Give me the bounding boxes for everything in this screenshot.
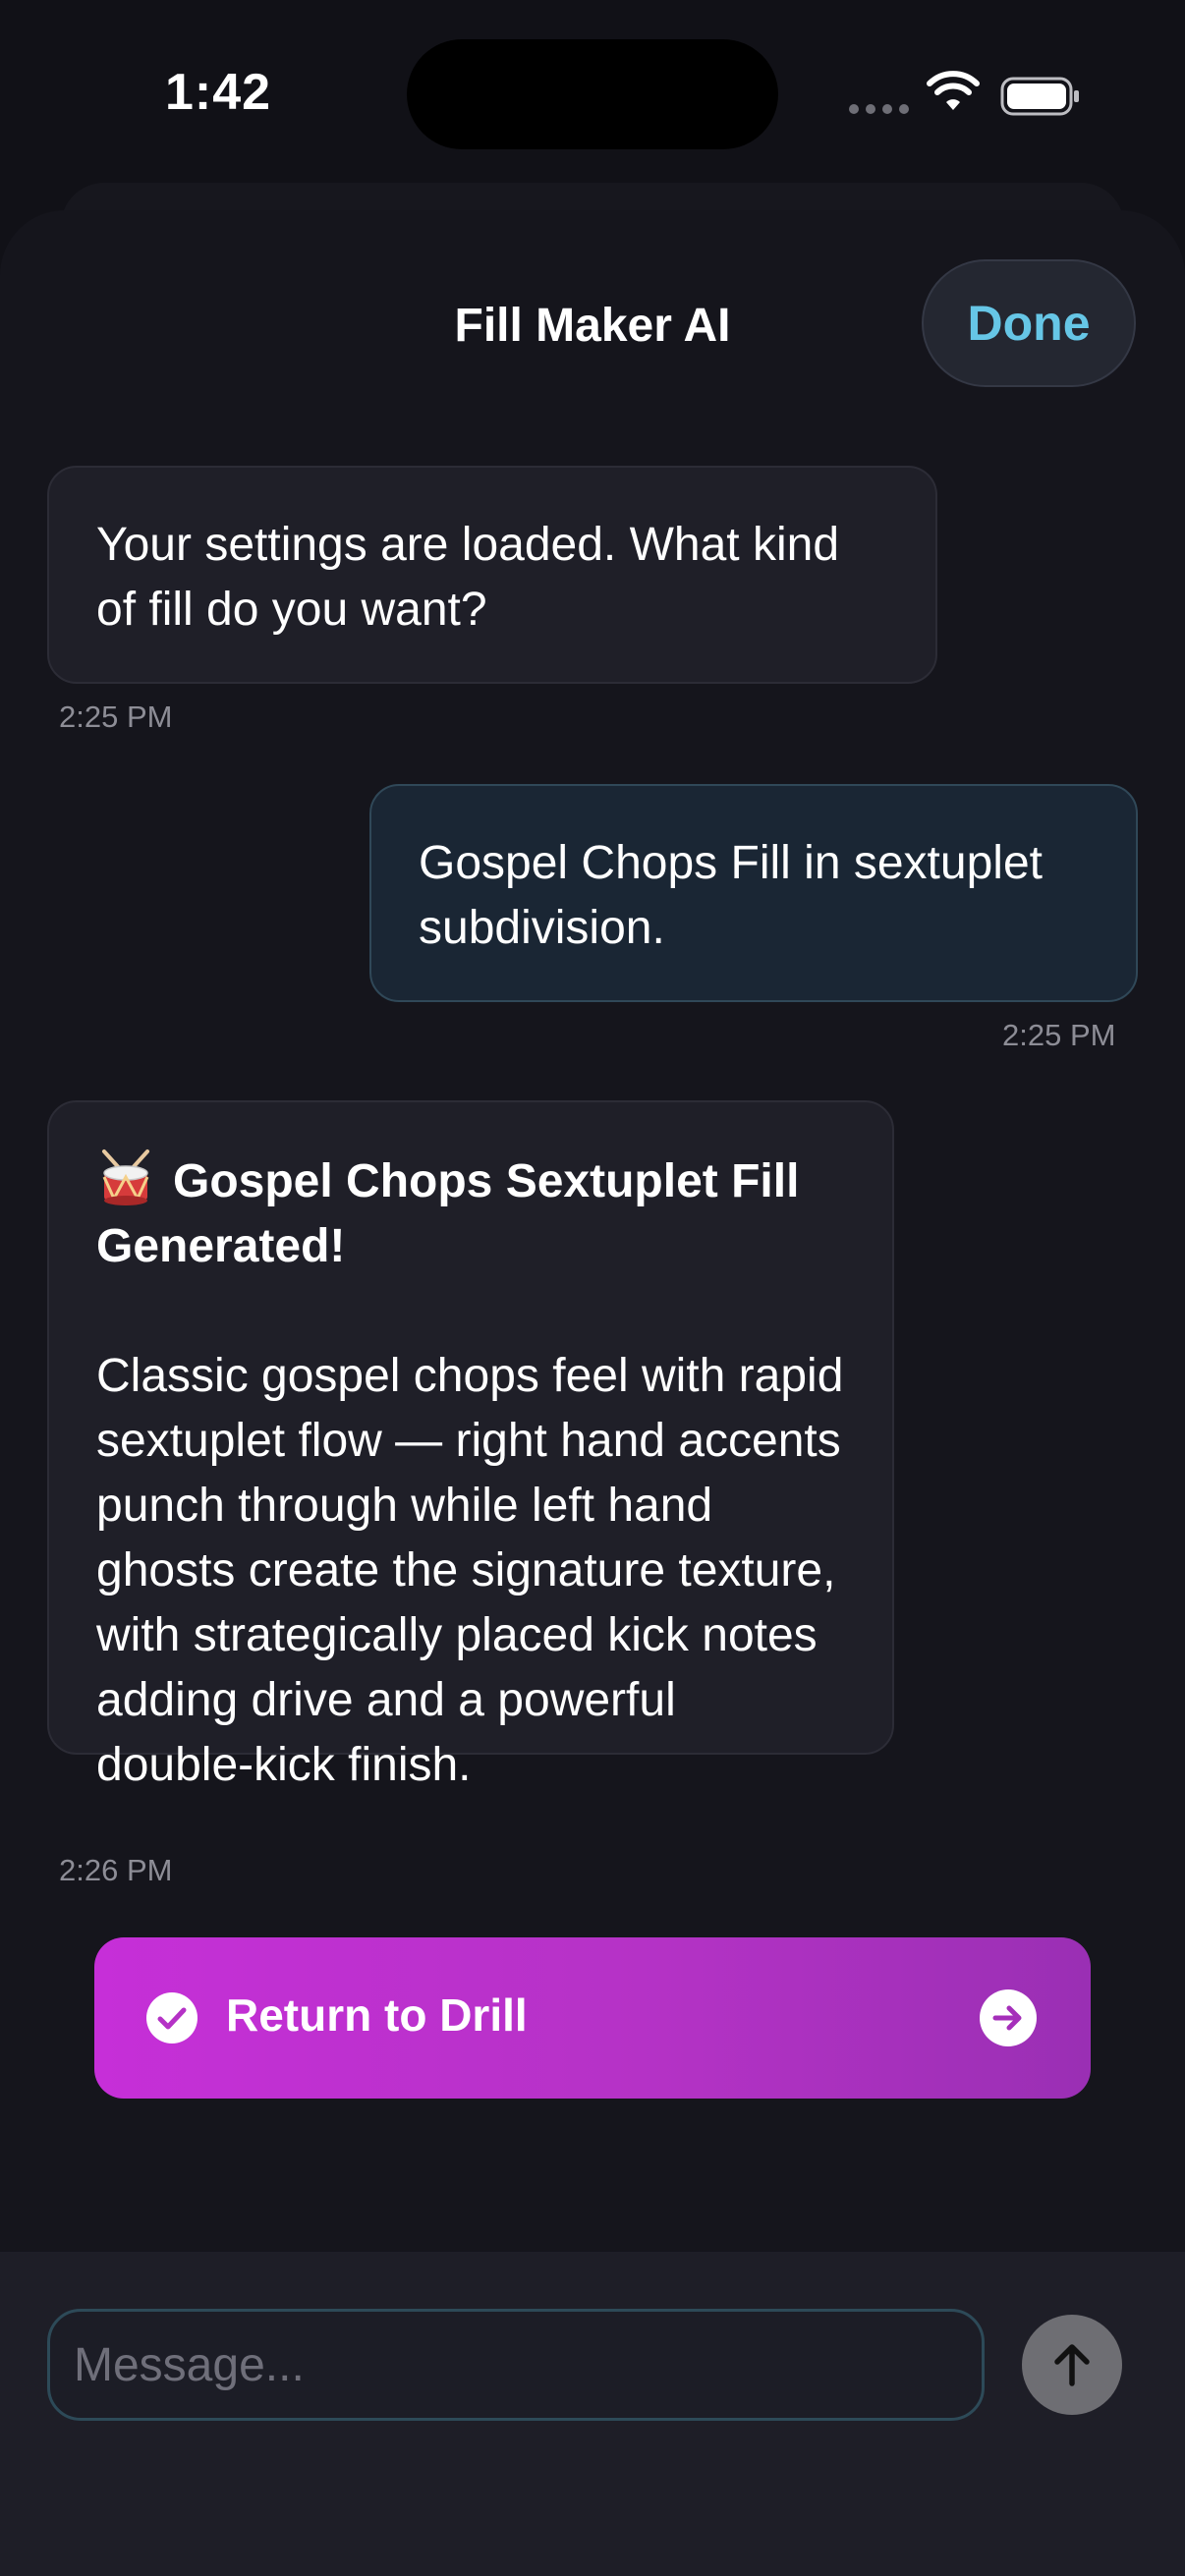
message-composer xyxy=(0,2252,1185,2576)
battery-icon xyxy=(1000,77,1079,116)
status-bar: 1:42 xyxy=(0,0,1185,187)
done-button[interactable]: Done xyxy=(922,259,1136,387)
message-text: Your settings are loaded. What kind of f… xyxy=(96,519,840,636)
message-text: Classic gospel chops feel with rapid sex… xyxy=(96,1350,844,1791)
message-title: Gospel Chops Sextuplet Fill Generated! xyxy=(96,1155,800,1272)
assistant-message: Your settings are loaded. What kind of f… xyxy=(47,466,937,684)
signal-icon xyxy=(849,104,909,114)
screen: 1:42 Fill Maker AI Done Your settings ar… xyxy=(0,0,1185,2576)
arrow-up-icon xyxy=(1054,2344,1090,2386)
assistant-message: Gospel Chops Sextuplet Fill Generated! C… xyxy=(47,1100,894,1791)
message-input[interactable] xyxy=(47,2309,985,2421)
message-title-line: Gospel Chops Sextuplet Fill Generated! xyxy=(96,1148,845,1279)
return-to-drill-button[interactable]: Return to Drill xyxy=(94,1937,1091,2099)
message-timestamp: 2:25 PM xyxy=(1002,1018,1116,1052)
arrow-right-circle-icon xyxy=(980,1989,1037,2046)
message-text: Gospel Chops Fill in sextuplet subdivisi… xyxy=(419,837,1043,954)
user-message: Gospel Chops Fill in sextuplet subdivisi… xyxy=(369,784,1138,1002)
send-button[interactable] xyxy=(1022,2315,1122,2415)
return-to-drill-label: Return to Drill xyxy=(226,1989,528,2041)
chat-sheet: Fill Maker AI Done Your settings are loa… xyxy=(0,210,1185,2576)
dynamic-island xyxy=(407,39,778,149)
status-time: 1:42 xyxy=(165,64,272,121)
wifi-icon xyxy=(927,71,980,110)
message-timestamp: 2:25 PM xyxy=(59,700,173,734)
drum-icon xyxy=(102,1149,149,1205)
check-circle-icon xyxy=(146,1992,198,2044)
message-timestamp: 2:26 PM xyxy=(59,1853,173,1887)
